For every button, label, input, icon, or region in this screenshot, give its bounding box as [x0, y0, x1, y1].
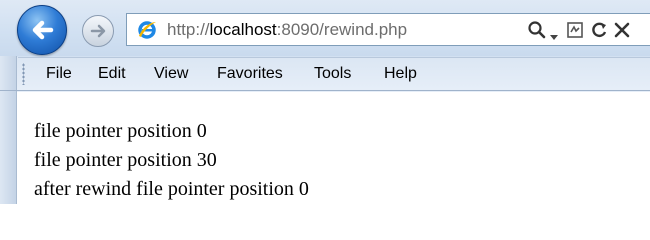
menu-file[interactable]: File: [42, 61, 76, 87]
address-url[interactable]: http://localhost:8090/rewind.php: [167, 19, 407, 41]
menu-edit[interactable]: Edit: [94, 61, 130, 87]
refresh-icon[interactable]: [589, 20, 609, 44]
output-line: file pointer position 0: [34, 120, 207, 142]
stop-icon[interactable]: [612, 20, 632, 44]
chevron-down-icon[interactable]: [549, 27, 559, 46]
output-line: after rewind file pointer position 0: [34, 178, 309, 200]
search-icon[interactable]: [527, 20, 547, 44]
menu-favorites[interactable]: Favorites: [213, 61, 287, 87]
compatibility-view-icon[interactable]: [565, 20, 585, 44]
url-path: :8090/rewind.php: [276, 20, 408, 39]
browser-chrome: http://localhost:8090/rewind.php File Ed…: [0, 0, 650, 92]
menu-bar: File Edit View Favorites Tools Help: [18, 57, 650, 91]
forward-button[interactable]: [82, 15, 114, 47]
back-button[interactable]: [17, 5, 67, 55]
menu-view[interactable]: View: [150, 61, 192, 87]
toolbar-grip[interactable]: [22, 63, 25, 85]
menu-tools[interactable]: Tools: [310, 61, 355, 87]
content-divider: [0, 90, 650, 91]
navigation-bar: http://localhost:8090/rewind.php: [0, 0, 650, 58]
url-scheme: http://: [167, 20, 210, 39]
page-content: file pointer position 0 file pointer pos…: [34, 117, 309, 204]
url-host: localhost: [209, 20, 277, 39]
menu-help[interactable]: Help: [380, 61, 421, 87]
back-arrow-icon: [32, 20, 54, 40]
address-bar[interactable]: http://localhost:8090/rewind.php: [126, 13, 650, 46]
ie-logo-icon: [136, 19, 158, 45]
window-left-frame: [0, 56, 17, 204]
output-line: file pointer position 30: [34, 149, 217, 171]
forward-arrow-icon: [90, 24, 106, 38]
